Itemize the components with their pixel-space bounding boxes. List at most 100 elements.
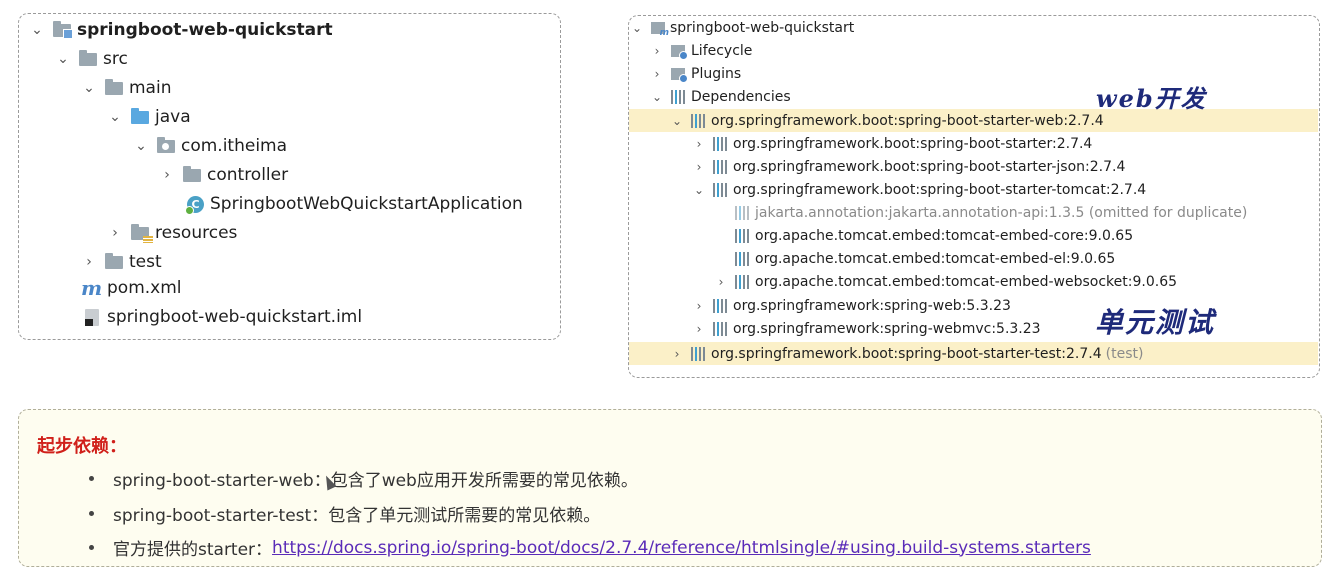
chevron-down-icon[interactable]: ⌄: [53, 51, 73, 67]
dependency-label: org.apache.tomcat.embed:tomcat-embed-web…: [755, 273, 1178, 290]
maven-node-dependencies[interactable]: ⌄ Dependencies: [649, 85, 791, 108]
bullet-dot: [89, 545, 94, 550]
notes-title: 起步依赖：: [37, 436, 127, 457]
chevron-down-icon[interactable]: ⌄: [105, 109, 125, 125]
dependency-spring-web[interactable]: › org.springframework:spring-web:5.3.23: [691, 294, 1011, 317]
library-icon: [713, 298, 728, 313]
tree-node-label: src: [103, 49, 128, 69]
chevron-right-icon[interactable]: ›: [691, 299, 707, 313]
library-icon: [713, 182, 728, 197]
dependency-label: org.springframework.boot:spring-boot-sta…: [733, 158, 1126, 175]
package-icon: [157, 136, 175, 153]
library-icon: [735, 205, 750, 220]
tree-node-src[interactable]: ⌄ src: [53, 45, 128, 73]
maven-dependencies-panel: ⌄ springboot-web-quickstart › Lifecycle …: [628, 15, 1320, 378]
tree-node-main[interactable]: ⌄ main: [79, 74, 171, 102]
tree-node-label: pom.xml: [107, 278, 182, 298]
maven-project-icon: [651, 21, 669, 38]
tree-node-label: SpringbootWebQuickstartApplication: [210, 194, 523, 214]
chevron-down-icon[interactable]: ⌄: [629, 21, 645, 35]
dependency-spring-webmvc[interactable]: › org.springframework:spring-webmvc:5.3.…: [691, 317, 1041, 340]
tree-node-label: test: [129, 252, 162, 272]
library-icon: [713, 321, 728, 336]
library-icon: [735, 228, 750, 243]
tree-node-label: main: [129, 78, 172, 98]
spring-class-icon: C: [185, 195, 204, 215]
maven-node-lifecycle[interactable]: › Lifecycle: [649, 39, 752, 62]
folder-icon: [183, 165, 201, 182]
chevron-right-icon[interactable]: ›: [157, 167, 177, 183]
chevron-right-icon[interactable]: ›: [691, 160, 707, 174]
library-icon: [713, 136, 728, 151]
tree-node-resources[interactable]: › resources: [105, 219, 237, 247]
dependency-label: org.springframework.boot:spring-boot-sta…: [733, 181, 1147, 198]
bullet-text: spring-boot-starter-test：包含了单元测试所需要的常见依赖…: [113, 506, 601, 526]
test-scope-label: (test): [1105, 345, 1144, 362]
tree-node-label: springboot-web-quickstart.iml: [107, 307, 363, 327]
dependency-label: org.springframework.boot:spring-boot-sta…: [733, 135, 1093, 152]
chevron-down-icon[interactable]: ⌄: [669, 114, 685, 128]
tree-node-pom[interactable]: m pom.xml: [81, 274, 182, 302]
dependency-starter-json[interactable]: › org.springframework.boot:spring-boot-s…: [691, 155, 1126, 178]
chevron-down-icon[interactable]: ⌄: [649, 90, 665, 104]
folder-icon: [105, 78, 123, 95]
chevron-right-icon[interactable]: ›: [79, 254, 99, 270]
chevron-right-icon[interactable]: ›: [669, 347, 685, 361]
chevron-right-icon[interactable]: ›: [649, 67, 665, 81]
notes-panel: 起步依赖： spring-boot-starter-web：包含了web应用开发…: [18, 409, 1322, 567]
tree-node-label: resources: [155, 223, 238, 243]
project-tree-panel: ⌄ springboot-web-quickstart ⌄ src ⌄ main…: [18, 13, 561, 340]
maven-node-plugins[interactable]: › Plugins: [649, 62, 741, 85]
folder-icon: [105, 252, 123, 269]
chevron-down-icon[interactable]: ⌄: [691, 183, 707, 197]
maven-node-label: Dependencies: [691, 88, 791, 105]
dependencies-icon: [671, 89, 686, 104]
module-file-icon: [85, 308, 99, 326]
slide: ⌄ springboot-web-quickstart ⌄ src ⌄ main…: [0, 0, 1341, 579]
dependency-label: jakarta.annotation:jakarta.annotation-ap…: [755, 204, 1248, 221]
bullet-text: 官方提供的starter：: [113, 540, 273, 560]
dependency-starter-tomcat[interactable]: ⌄ org.springframework.boot:spring-boot-s…: [691, 178, 1146, 201]
library-icon: [691, 113, 706, 128]
bullet-dot: [89, 511, 94, 516]
maven-node-label: springboot-web-quickstart: [670, 19, 855, 36]
chevron-right-icon[interactable]: ›: [105, 225, 125, 241]
chevron-down-icon[interactable]: ⌄: [131, 138, 151, 154]
dependency-label: org.springframework:spring-webmvc:5.3.23: [733, 320, 1041, 337]
library-icon: [713, 159, 728, 174]
module-folder-icon: [53, 20, 73, 39]
dependency-label: org.springframework:spring-web:5.3.23: [733, 297, 1011, 314]
dependency-jakarta-annotation[interactable]: jakarta.annotation:jakarta.annotation-ap…: [735, 201, 1247, 224]
folder-icon: [79, 49, 97, 66]
chevron-right-icon[interactable]: ›: [713, 275, 729, 289]
tree-node-java[interactable]: ⌄ java: [105, 103, 191, 131]
chevron-right-icon[interactable]: ›: [691, 137, 707, 151]
tree-node-label: java: [155, 107, 191, 127]
bullet-official-starters: 官方提供的starter： https://docs.spring.io/spr…: [89, 535, 1091, 560]
annotation-web-dev: web开发: [1096, 84, 1207, 113]
tree-node-controller[interactable]: › controller: [157, 161, 288, 189]
tree-node-label: springboot-web-quickstart: [77, 20, 333, 40]
tree-node-package[interactable]: ⌄ com.itheima: [131, 132, 287, 160]
library-icon: [735, 251, 750, 266]
dependency-tomcat-websocket[interactable]: › org.apache.tomcat.embed:tomcat-embed-w…: [713, 270, 1177, 293]
chevron-down-icon[interactable]: ⌄: [79, 80, 99, 96]
maven-node-root[interactable]: ⌄ springboot-web-quickstart: [629, 16, 854, 39]
dependency-tomcat-el[interactable]: org.apache.tomcat.embed:tomcat-embed-el:…: [735, 247, 1115, 270]
bullet-starter-web: spring-boot-starter-web：包含了web应用开发所需要的常见…: [89, 466, 638, 491]
tree-node-test[interactable]: › test: [79, 248, 162, 276]
chevron-down-icon[interactable]: ⌄: [27, 22, 47, 38]
tree-node-label: controller: [207, 165, 289, 185]
dependency-starter-test[interactable]: › org.springframework.boot:spring-boot-s…: [629, 342, 1318, 365]
maven-node-label: Lifecycle: [691, 42, 753, 59]
chevron-right-icon[interactable]: ›: [649, 44, 665, 58]
chevron-right-icon[interactable]: ›: [691, 322, 707, 336]
tree-node-iml[interactable]: springboot-web-quickstart.iml: [85, 303, 362, 331]
dependency-starter-web[interactable]: ⌄ org.springframework.boot:spring-boot-s…: [629, 109, 1318, 132]
dependency-tomcat-core[interactable]: org.apache.tomcat.embed:tomcat-embed-cor…: [735, 224, 1133, 247]
tree-node-app-class[interactable]: C SpringbootWebQuickstartApplication: [185, 190, 523, 218]
starters-docs-link[interactable]: https://docs.spring.io/spring-boot/docs/…: [272, 538, 1091, 558]
library-icon: [691, 346, 706, 361]
dependency-starter[interactable]: › org.springframework.boot:spring-boot-s…: [691, 132, 1093, 155]
tree-node-root[interactable]: ⌄ springboot-web-quickstart: [27, 16, 333, 44]
